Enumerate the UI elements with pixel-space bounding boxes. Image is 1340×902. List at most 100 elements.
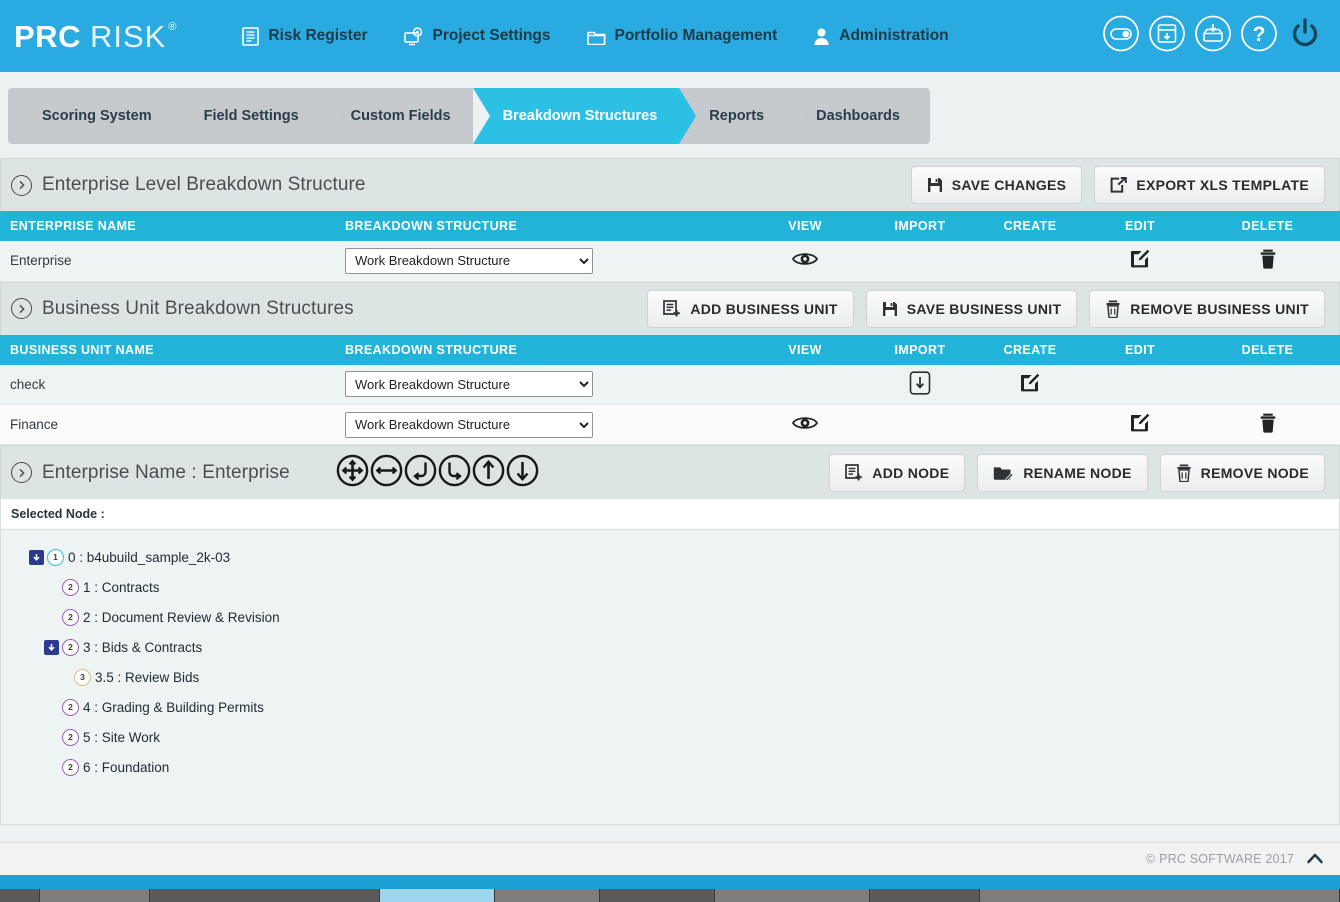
tree-node-label[interactable]: 4 : Grading & Building Permits <box>83 700 264 715</box>
breakdown-structure-select[interactable]: Work Breakdown Structure <box>345 371 593 398</box>
chevron-up-icon[interactable] <box>1304 848 1326 870</box>
tree-node[interactable]: 2 4 : Grading & Building Permits <box>1 692 1339 722</box>
tree-node[interactable]: 2 3 : Bids & Contracts <box>1 632 1339 662</box>
tree-node[interactable]: 2 6 : Foundation <box>1 752 1339 782</box>
remove-business-unit-label: REMOVE BUSINESS UNIT <box>1130 300 1309 317</box>
save-business-unit-button[interactable]: SAVE BUSINESS UNIT <box>865 289 1078 328</box>
col-edit: EDIT <box>1085 334 1195 365</box>
taskbar-item[interactable] <box>715 889 870 902</box>
tree-node-label[interactable]: 5 : Site Work <box>83 730 160 745</box>
collapse-all-icon[interactable] <box>370 454 403 492</box>
tab-scoring-system[interactable]: Scoring System <box>8 88 191 144</box>
rename-node-button[interactable]: RENAME NODE <box>977 453 1148 492</box>
breakdown-structure-select[interactable]: Work Breakdown Structure <box>345 247 593 274</box>
tree-node-label[interactable]: 3 : Bids & Contracts <box>83 640 202 655</box>
indent-node-icon[interactable] <box>438 454 471 492</box>
nav-item-project-settings[interactable]: Project Settings <box>386 21 569 52</box>
remove-business-unit-button[interactable]: REMOVE BUSINESS UNIT <box>1089 289 1325 328</box>
inbox-download-icon[interactable] <box>1194 15 1232 58</box>
tree-node[interactable]: 1 0 : b4ubuild_sample_2k-03 <box>1 542 1339 572</box>
node-level-badge: 2 <box>62 758 79 776</box>
table-row: check Work Breakdown Structure <box>0 364 1340 405</box>
business-unit-view-cell <box>745 364 865 405</box>
tree-node[interactable]: 2 2 : Document Review & Revision <box>1 602 1339 632</box>
taskbar-item[interactable] <box>40 889 150 902</box>
business-unit-import-cell <box>865 364 975 405</box>
export-xls-template-label: EXPORT XLS TEMPLATE <box>1136 177 1309 193</box>
tab-label: Breakdown Structures <box>502 108 658 124</box>
node-level-badge: 2 <box>62 578 79 596</box>
view-eye-icon[interactable] <box>792 415 818 431</box>
tree-node-label[interactable]: 0 : b4ubuild_sample_2k-03 <box>68 550 230 565</box>
taskbar-item[interactable] <box>150 889 380 902</box>
remove-node-label: REMOVE NODE <box>1200 464 1309 481</box>
export-xls-template-button[interactable]: EXPORT XLS TEMPLATE <box>1094 166 1325 204</box>
calendar-download-icon[interactable] <box>1148 15 1186 58</box>
remove-node-button[interactable]: REMOVE NODE <box>1159 453 1325 492</box>
node-level-badge: 2 <box>62 728 79 746</box>
tree-node-label[interactable]: 6 : Foundation <box>83 760 169 775</box>
enterprise-table-header-row: ENTERPRISE NAME BREAKDOWN STRUCTURE VIEW… <box>0 211 1340 241</box>
breakdown-structure-select[interactable]: Work Breakdown Structure <box>345 411 593 438</box>
edit-pencil-icon[interactable] <box>1130 413 1150 433</box>
edit-pencil-icon[interactable] <box>1130 249 1150 269</box>
col-delete: DELETE <box>1195 334 1340 365</box>
node-level-badge: 2 <box>62 608 79 626</box>
chevron-right-circle-icon[interactable] <box>11 462 32 483</box>
chevron-right-circle-icon[interactable] <box>11 174 32 196</box>
tree-node-label[interactable]: 1 : Contracts <box>83 580 160 595</box>
node-editor-panel: Enterprise Name : Enterprise ADD NODE RE… <box>0 445 1340 825</box>
taskbar-start-button[interactable] <box>0 889 40 902</box>
col-view: VIEW <box>745 211 865 241</box>
rename-node-label: RENAME NODE <box>1023 464 1132 481</box>
logo-registered-mark: ® <box>168 20 177 33</box>
tab-breakdown-structures[interactable]: Breakdown Structures <box>472 88 696 144</box>
view-eye-icon[interactable] <box>792 251 818 267</box>
outdent-node-icon[interactable] <box>404 454 437 492</box>
tab-dashboards[interactable]: Dashboards <box>786 88 930 144</box>
tab-field-settings[interactable]: Field Settings <box>173 88 338 144</box>
business-unit-structure-cell: Work Breakdown Structure <box>335 364 745 405</box>
import-download-icon[interactable] <box>909 371 931 395</box>
nav-label-administration: Administration <box>839 27 949 44</box>
tree-node-label[interactable]: 2 : Document Review & Revision <box>83 610 280 625</box>
chevron-right-circle-icon[interactable] <box>11 298 32 319</box>
node-collapse-toggle-icon[interactable] <box>29 549 44 565</box>
taskbar-tray[interactable] <box>980 889 1340 902</box>
node-collapse-toggle-icon[interactable] <box>44 639 59 655</box>
add-business-unit-button[interactable]: ADD BUSINESS UNIT <box>647 289 854 328</box>
expand-all-icon[interactable] <box>336 454 369 492</box>
help-question-icon[interactable]: ? <box>1240 15 1278 58</box>
taskbar-item[interactable] <box>495 889 600 902</box>
tree-node[interactable]: 2 5 : Site Work <box>1 722 1339 752</box>
add-node-button[interactable]: ADD NODE <box>829 453 966 492</box>
app-logo[interactable]: PRC RISK ® <box>14 21 176 52</box>
col-enterprise-name: ENTERPRISE NAME <box>0 211 335 241</box>
create-pencil-icon[interactable] <box>1020 373 1040 393</box>
business-unit-panel-header: Business Unit Breakdown Structures ADD B… <box>0 281 1340 335</box>
toggle-switch-icon[interactable] <box>1102 15 1140 58</box>
trash-icon <box>1176 464 1192 482</box>
tab-custom-fields[interactable]: Custom Fields <box>320 88 490 144</box>
save-changes-button[interactable]: SAVE CHANGES <box>910 166 1083 204</box>
tree-node[interactable]: 3 3.5 : Review Bids <box>1 662 1339 692</box>
tree-node[interactable]: 2 1 : Contracts <box>1 572 1339 602</box>
trash-icon <box>1105 300 1121 318</box>
nav-item-risk-register[interactable]: Risk Register <box>224 21 385 52</box>
tree-node-label[interactable]: 3.5 : Review Bids <box>95 670 199 685</box>
business-unit-table-header-row: BUSINESS UNIT NAME BREAKDOWN STRUCTURE V… <box>0 334 1340 365</box>
col-delete: DELETE <box>1195 211 1340 241</box>
move-node-up-icon[interactable] <box>472 454 505 492</box>
nav-item-portfolio-management[interactable]: Portfolio Management <box>569 21 796 51</box>
nav-item-administration[interactable]: Administration <box>795 21 966 52</box>
delete-trash-icon[interactable] <box>1259 249 1277 269</box>
delete-trash-icon[interactable] <box>1259 413 1277 433</box>
taskbar-item-active[interactable] <box>380 889 495 902</box>
power-logout-icon[interactable] <box>1286 15 1324 58</box>
col-create: CREATE <box>975 211 1085 241</box>
move-node-down-icon[interactable] <box>506 454 539 492</box>
nav-label-risk-register: Risk Register <box>268 27 368 44</box>
taskbar-item[interactable] <box>600 889 715 902</box>
taskbar-item[interactable] <box>870 889 980 902</box>
node-panel-title: Enterprise Name : Enterprise <box>42 461 290 483</box>
